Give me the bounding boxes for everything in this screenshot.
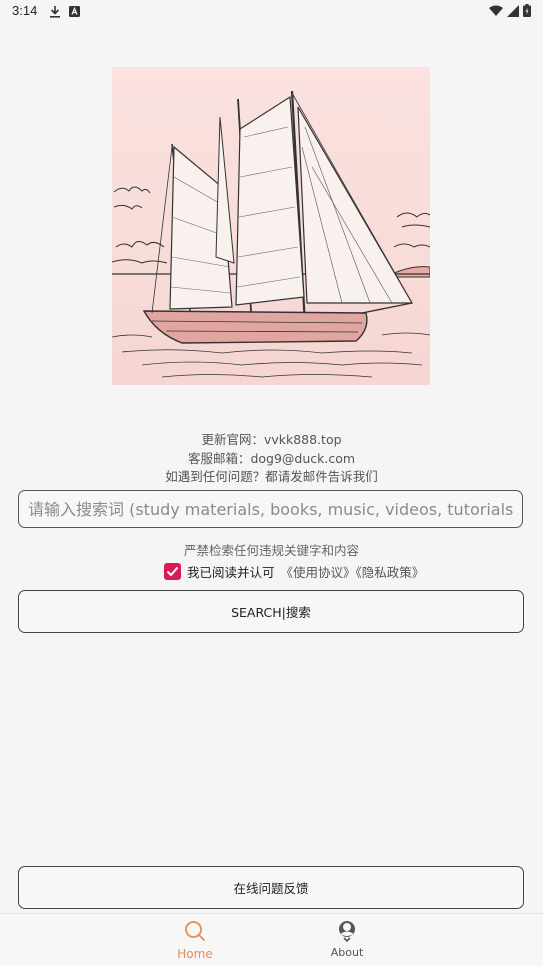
website-info: 更新官网：vvkk888.top [201,432,342,447]
cell-signal-icon [507,4,519,17]
checkmark-icon [166,566,179,577]
user-profile-icon [339,921,355,942]
agreement-text: 我已阅读并认可 [187,565,275,580]
status-icons-left [49,5,80,18]
wifi-icon [489,5,503,16]
status-time: 3:14 [12,3,38,18]
sailing-ship-drawing [111,90,431,378]
search-input[interactable] [19,491,522,527]
search-icon [185,921,206,942]
search-box[interactable] [18,490,523,528]
agreement-links[interactable]: 《使用协议》《隐私政策》 [281,562,425,581]
warning-text: 严禁检索任何违规关键字和内容 [183,543,359,558]
agreement-checkbox[interactable] [164,563,181,580]
bottom-nav: Home About [0,913,543,966]
agreement-row: 我已阅读并认可 《使用协议》《隐私政策》 [164,562,424,581]
status-icons-right [489,4,531,17]
status-bar: 3:14 [0,0,543,24]
nav-home-label: Home [177,947,213,961]
nav-item-home[interactable]: Home [155,920,235,961]
battery-icon [523,4,531,17]
download-icon [50,6,60,18]
email-info: 客服邮箱：dog9@duck.com [187,450,356,466]
nav-about-label: About [330,946,364,959]
contact-info: 更新官网：vvkk888.top 客服邮箱：dog9@duck.com 如遇到任… [0,431,543,487]
help-info: 如遇到任何问题？都请发邮件告诉我们 [165,469,378,484]
sailing-ship-illustration [111,67,431,385]
feedback-button[interactable]: 在线问题反馈 [18,866,524,909]
nav-item-about[interactable]: About [307,920,387,959]
notification-a-icon [69,6,80,17]
search-button[interactable]: SEARCH|搜索 [18,590,524,633]
